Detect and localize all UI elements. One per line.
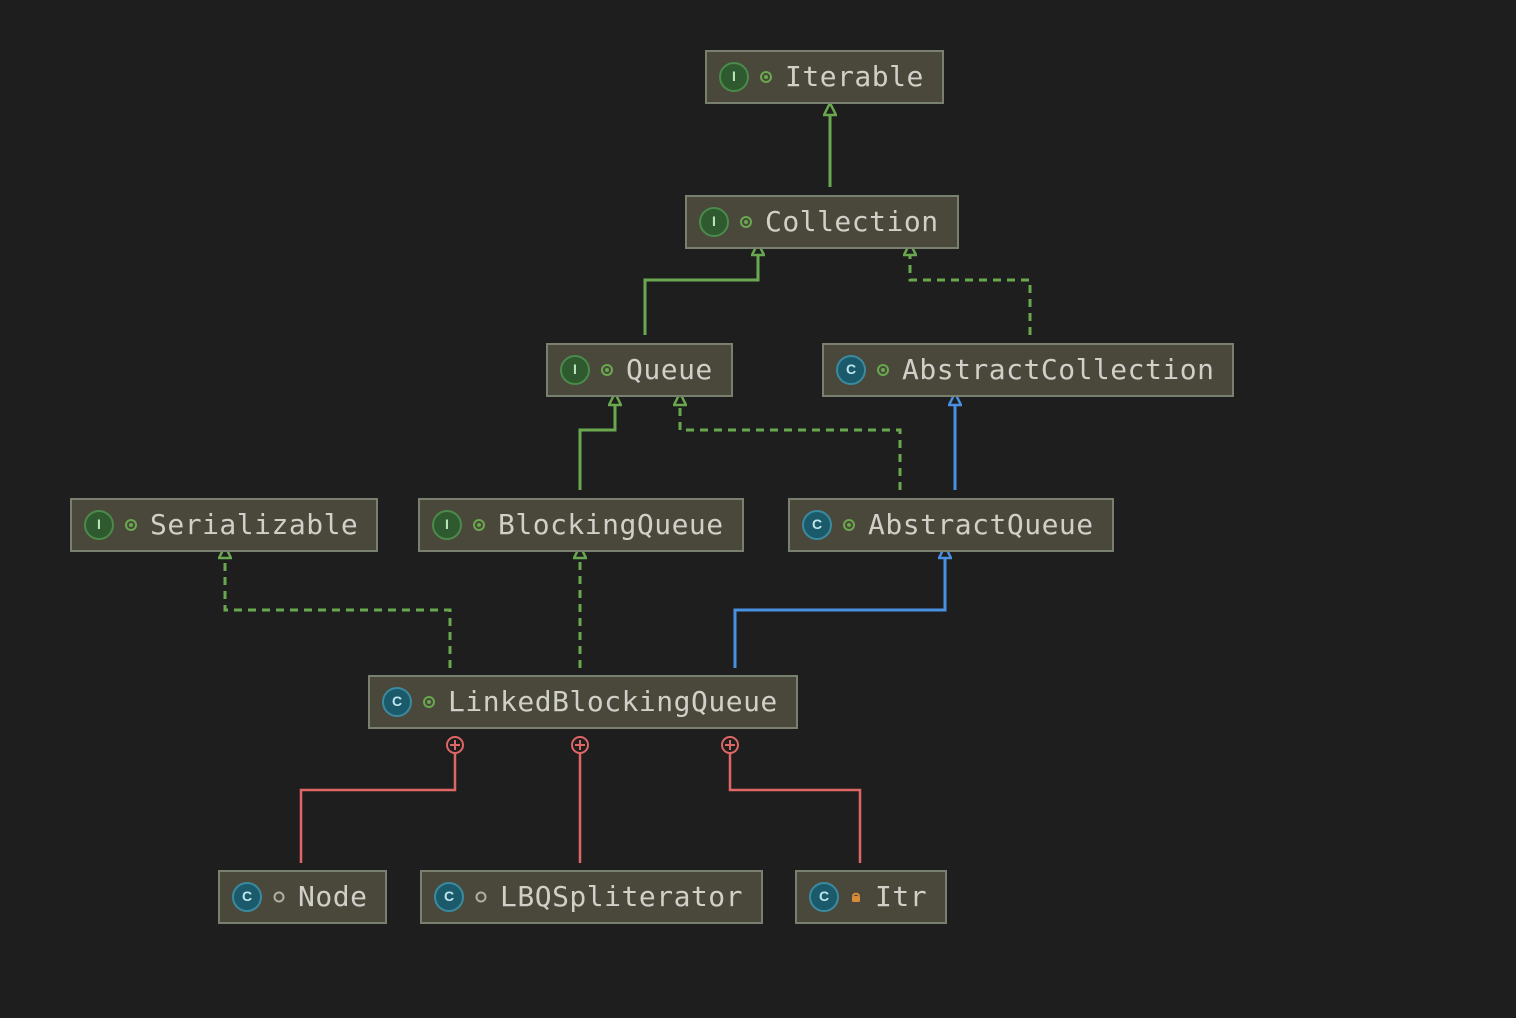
edge-itr-lbq (730, 745, 860, 863)
class-icon: C (232, 882, 262, 912)
node-iterable[interactable]: I Iterable (705, 50, 944, 104)
node-label: AbstractCollection (902, 353, 1214, 387)
node-linkedblockingqueue[interactable]: C LinkedBlockingQueue (368, 675, 798, 729)
node-lbqspliterator[interactable]: C LBQSpliterator (420, 870, 763, 924)
public-icon (470, 516, 488, 534)
public-icon (420, 693, 438, 711)
edge-abstractcollection-collection (910, 255, 1030, 335)
public-icon (840, 516, 858, 534)
node-itr[interactable]: C Itr (795, 870, 947, 924)
interface-icon: I (84, 510, 114, 540)
public-icon (757, 68, 775, 86)
edge-queue-collection (645, 255, 758, 335)
node-label: AbstractQueue (868, 508, 1094, 542)
edge-node-lbq (301, 745, 455, 863)
node-abstractcollection[interactable]: C AbstractCollection (822, 343, 1234, 397)
edge-lbq-abstractqueue (735, 558, 945, 668)
node-blockingqueue[interactable]: I BlockingQueue (418, 498, 744, 552)
interface-icon: I (719, 62, 749, 92)
node-serializable[interactable]: I Serializable (70, 498, 378, 552)
node-node[interactable]: C Node (218, 870, 387, 924)
node-queue[interactable]: I Queue (546, 343, 733, 397)
class-icon: C (809, 882, 839, 912)
class-icon: C (382, 687, 412, 717)
node-label: LBQSpliterator (500, 880, 743, 914)
node-label: LinkedBlockingQueue (448, 685, 778, 719)
node-label: Serializable (150, 508, 358, 542)
package-private-icon (270, 888, 288, 906)
diagram-canvas: I Iterable I Collection I Queue C Abstra… (0, 0, 1516, 1018)
class-icon: C (434, 882, 464, 912)
package-private-icon (472, 888, 490, 906)
node-label: Node (298, 880, 367, 914)
edge-abstractqueue-queue (680, 405, 900, 490)
abstract-class-icon: C (836, 355, 866, 385)
edge-blockingqueue-queue (580, 405, 615, 490)
public-icon (874, 361, 892, 379)
node-label: Iterable (785, 60, 924, 94)
public-icon (598, 361, 616, 379)
public-icon (737, 213, 755, 231)
private-icon (847, 888, 865, 906)
abstract-class-icon: C (802, 510, 832, 540)
node-collection[interactable]: I Collection (685, 195, 959, 249)
interface-icon: I (699, 207, 729, 237)
node-label: Queue (626, 353, 713, 387)
node-label: Itr (875, 880, 927, 914)
node-label: Collection (765, 205, 939, 239)
interface-icon: I (432, 510, 462, 540)
node-abstractqueue[interactable]: C AbstractQueue (788, 498, 1114, 552)
node-label: BlockingQueue (498, 508, 724, 542)
edge-lbq-serializable (225, 558, 450, 668)
public-icon (122, 516, 140, 534)
interface-icon: I (560, 355, 590, 385)
